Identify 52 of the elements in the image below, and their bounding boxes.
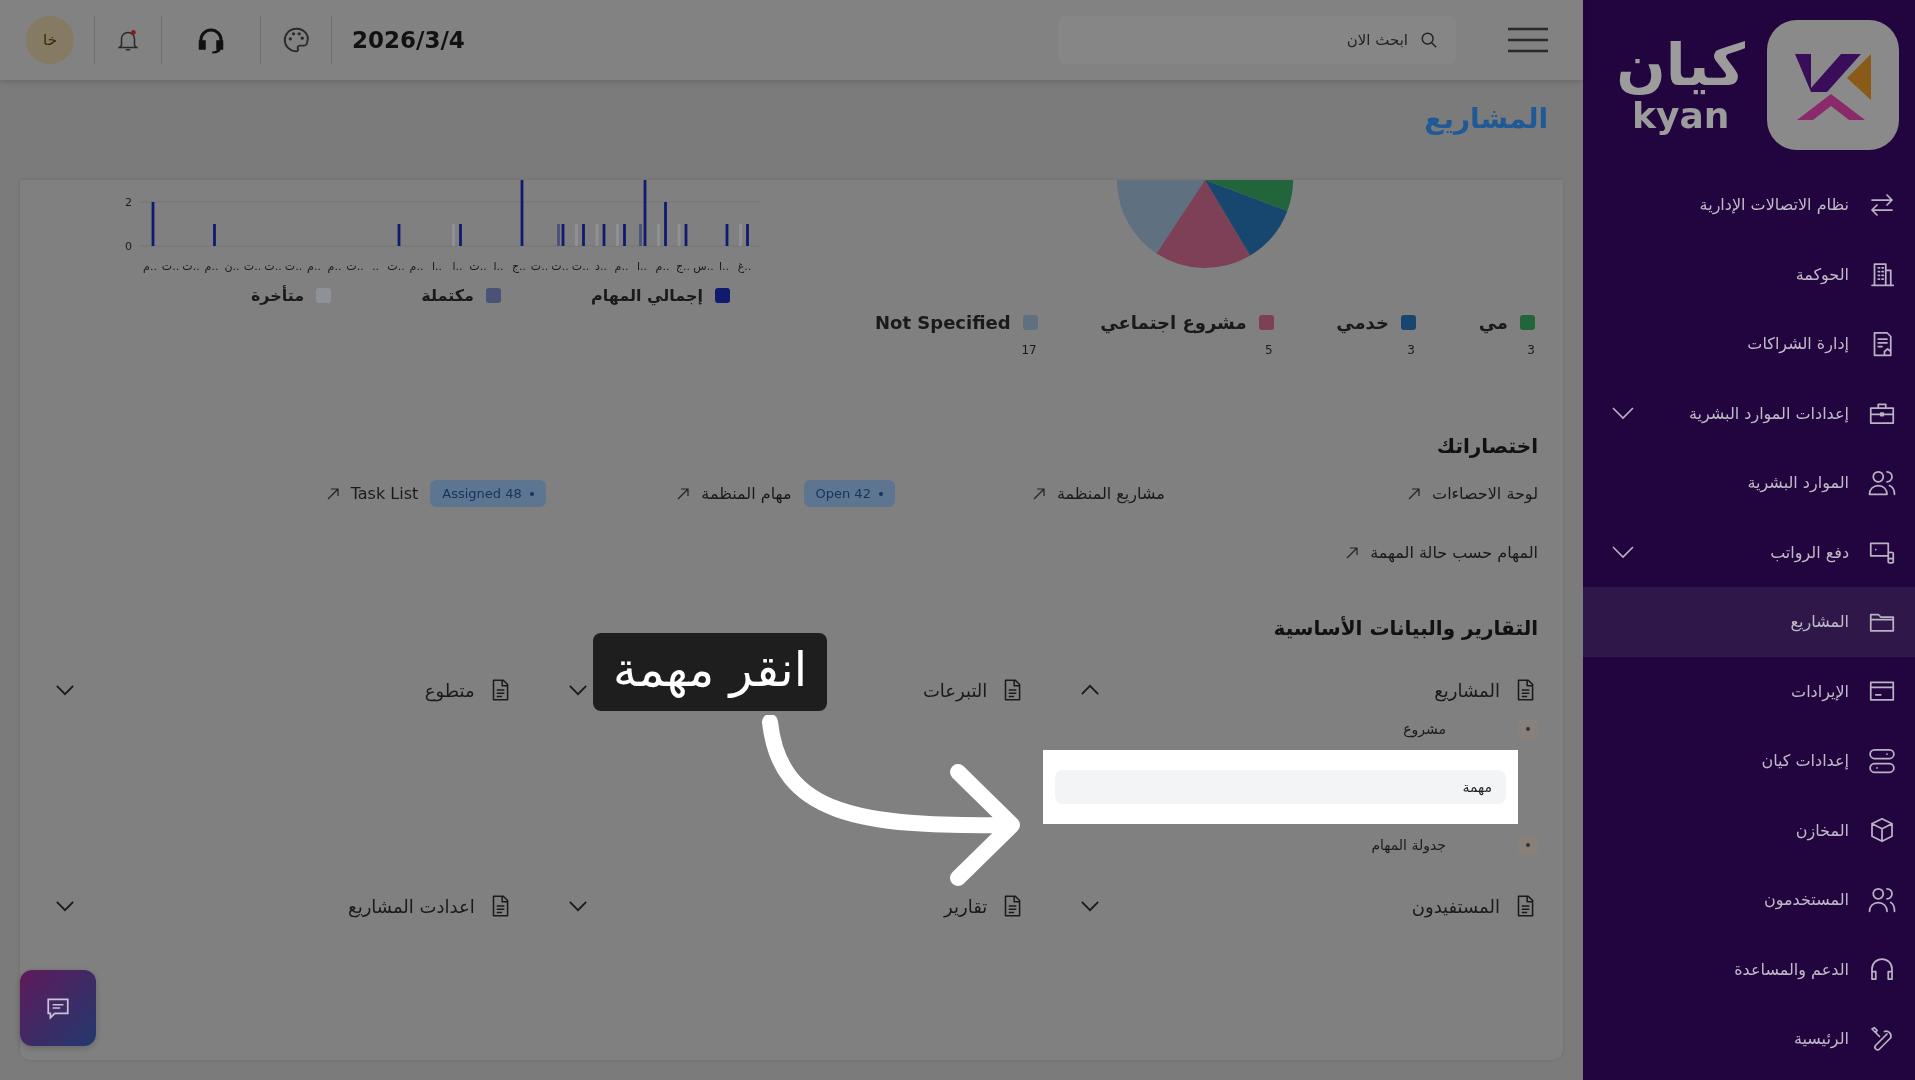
- axis-category-label: ت..: [182, 260, 200, 273]
- axis-category-label: ج..: [675, 260, 691, 273]
- legend-label: خدمي: [1336, 312, 1389, 333]
- legend-label: مشروع اجتماعي: [1100, 312, 1247, 333]
- axis-category-label: د..: [595, 260, 607, 273]
- legend-label: Not Specified: [875, 312, 1011, 333]
- section-title: التقارير والبيانات الأساسية: [1272, 616, 1538, 640]
- axis-category-label: ت..: [551, 260, 569, 273]
- axis-category-label: ت..: [284, 260, 303, 273]
- axis-category-label: ت..: [161, 260, 180, 273]
- axis-category-label: ..: [372, 260, 379, 273]
- axis-category-label: ا..: [452, 260, 463, 273]
- axis-category-label: س..: [693, 260, 714, 273]
- axis-category-label: م..: [307, 260, 321, 273]
- page-title: المشاريع: [1423, 101, 1549, 137]
- axis-category-label: ا..: [718, 260, 730, 273]
- axis-category-label: ت..: [469, 260, 487, 273]
- count-badge: Assigned 48: [430, 480, 546, 507]
- count-badge: Open 42: [803, 480, 895, 507]
- axis-category-label: م..: [204, 260, 219, 273]
- legend-count: 5: [1263, 343, 1274, 357]
- logo-text: كيان: [1616, 36, 1745, 94]
- axis-category-label: ت..: [571, 260, 590, 273]
- tutorial-tooltip: انقر مهمة: [593, 633, 828, 711]
- axis-category-label: ا..: [493, 260, 504, 273]
- section-title: اختصاراتك: [1435, 434, 1538, 458]
- legend-label: مكتملة: [421, 286, 474, 305]
- legend-label: متأخرة: [250, 286, 305, 305]
- axis-category-label: ا..: [636, 260, 648, 273]
- axis-category-label: م..: [655, 260, 670, 273]
- axis-category-label: م..: [143, 260, 157, 273]
- axis-category-label: ج..: [511, 260, 527, 273]
- axis-category-label: ا..: [431, 260, 443, 273]
- date-text: 2026/3/4: [352, 27, 465, 53]
- legend-count: 17: [1020, 343, 1038, 357]
- axis-category-label: غ..: [737, 260, 752, 273]
- axis-category-label: م..: [409, 260, 424, 273]
- axis-category-label: ن..: [224, 260, 240, 273]
- axis-category-label: م..: [614, 260, 629, 273]
- axis-category-label: ت..: [264, 260, 282, 273]
- axis-category-label: ت..: [243, 260, 262, 273]
- legend-count: 3: [1406, 343, 1416, 357]
- axis-tick-label: 2: [125, 196, 132, 209]
- axis-category-label: ت..: [346, 260, 364, 273]
- axis-category-label: م..: [327, 260, 342, 273]
- legend-count: 3: [1526, 343, 1535, 357]
- logo-subtext: kyan: [1632, 98, 1730, 134]
- axis-tick-label: 0: [125, 240, 132, 253]
- legend-label: إجمالي المهام: [590, 286, 703, 305]
- axis-category-label: ت..: [387, 260, 405, 273]
- axis-category-label: ت..: [530, 260, 549, 273]
- legend-label: مي: [1478, 312, 1508, 333]
